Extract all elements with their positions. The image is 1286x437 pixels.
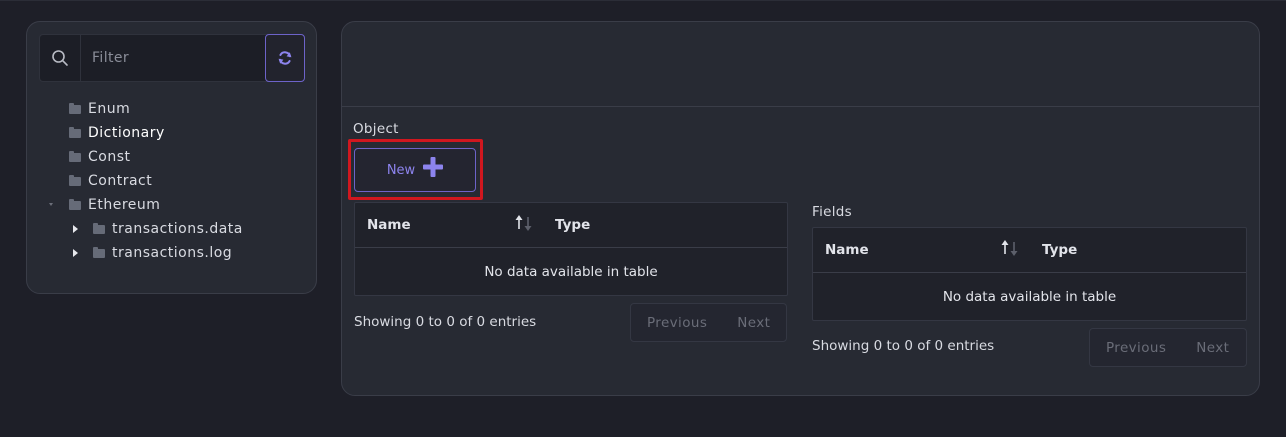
- main-panel: Object New Name Type No data available i…: [341, 21, 1260, 396]
- new-object-button[interactable]: New: [354, 148, 476, 192]
- refresh-button[interactable]: [265, 34, 305, 82]
- folder-icon: [93, 222, 105, 234]
- top-border: [0, 0, 1286, 1]
- table-header: Name Type: [355, 203, 787, 248]
- column-header-name[interactable]: Name: [367, 217, 411, 233]
- column-header-name[interactable]: Name: [825, 242, 869, 258]
- tree-item-const[interactable]: Const: [69, 146, 131, 168]
- expand-caret-icon[interactable]: [73, 249, 78, 257]
- expand-caret-icon[interactable]: [73, 225, 78, 233]
- folder-icon: [69, 198, 81, 210]
- tree-item-label: Dictionary: [88, 125, 165, 141]
- pagination: Previous Next: [630, 303, 787, 342]
- sort-icon[interactable]: [514, 214, 534, 232]
- empty-message: No data available in table: [942, 289, 1117, 305]
- table-empty-row: No data available in table: [813, 274, 1246, 320]
- tree-item-enum[interactable]: Enum: [69, 98, 130, 120]
- column-header-type[interactable]: Type: [555, 217, 590, 233]
- previous-button[interactable]: Previous: [647, 315, 707, 331]
- empty-message: No data available in table: [484, 264, 658, 280]
- new-button-label: New: [386, 162, 416, 178]
- filter-bar: [39, 34, 305, 82]
- folder-icon: [93, 246, 105, 258]
- table-info: Showing 0 to 0 of 0 entries: [354, 314, 537, 330]
- tree-item-label: transactions.log: [112, 245, 233, 261]
- tree-item-ethereum[interactable]: Ethereum: [69, 194, 160, 216]
- tree-item-label: Contract: [88, 173, 153, 189]
- header-divider: [342, 106, 1259, 107]
- pagination: Previous Next: [1089, 328, 1247, 367]
- tree-item-label: Enum: [88, 101, 131, 117]
- tree-panel: Enum Dictionary Const Contract Ethereum …: [26, 21, 317, 294]
- tree-item-transactions-log[interactable]: transactions.log: [93, 242, 232, 264]
- object-section-label: Object: [353, 121, 399, 137]
- table-empty-row: No data available in table: [355, 249, 787, 295]
- tree-item-label: transactions.data: [112, 221, 243, 237]
- table-header: Name Type: [813, 228, 1246, 273]
- collapse-caret-icon[interactable]: [49, 203, 53, 206]
- fields-table: Name Type No data available in table: [812, 227, 1247, 321]
- folder-icon: [69, 150, 81, 162]
- table-info: Showing 0 to 0 of 0 entries: [812, 338, 995, 354]
- refresh-icon: [278, 51, 292, 65]
- previous-button[interactable]: Previous: [1106, 340, 1166, 356]
- tree-item-label: Ethereum: [88, 197, 161, 213]
- tree-item-dictionary[interactable]: Dictionary: [69, 122, 165, 144]
- next-button[interactable]: Next: [1196, 340, 1229, 356]
- filter-input[interactable]: [82, 35, 264, 81]
- fields-section-label: Fields: [812, 204, 852, 220]
- tree-item-label: Const: [88, 149, 131, 165]
- folder-icon: [69, 126, 81, 138]
- folder-icon: [69, 174, 81, 186]
- folder-icon: [69, 102, 81, 114]
- next-button[interactable]: Next: [737, 315, 770, 331]
- tree-item-transactions-data[interactable]: transactions.data: [93, 218, 243, 240]
- tree-item-contract[interactable]: Contract: [69, 170, 152, 192]
- plus-icon: [423, 157, 444, 177]
- column-header-type[interactable]: Type: [1042, 242, 1077, 258]
- sort-icon[interactable]: [1000, 239, 1020, 257]
- object-table: Name Type No data available in table: [354, 202, 788, 296]
- search-icon: [40, 35, 81, 81]
